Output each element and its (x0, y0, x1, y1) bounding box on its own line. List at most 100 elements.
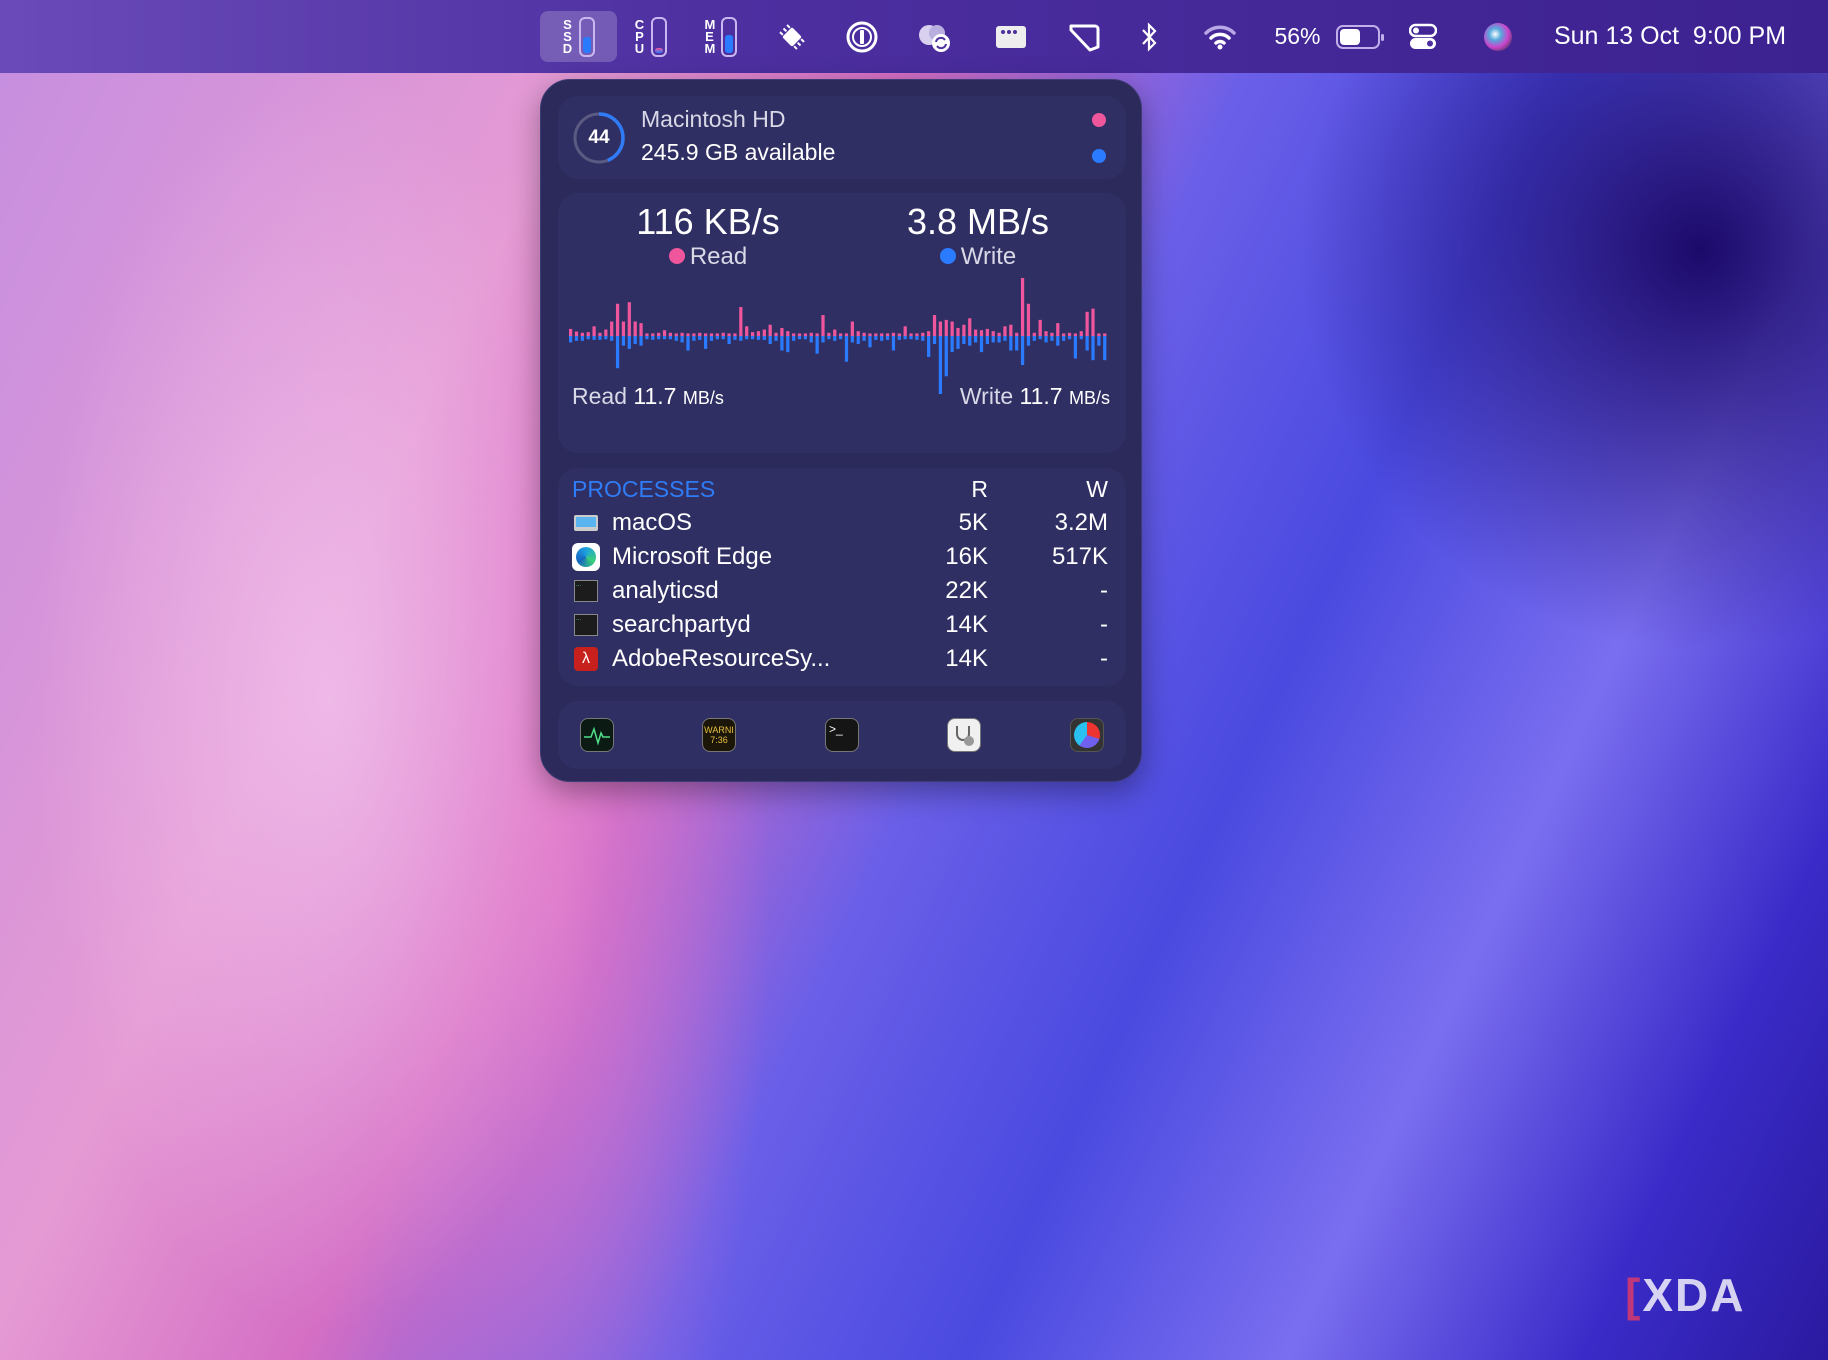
battery-icon[interactable] (1332, 0, 1384, 73)
write-bar (950, 336, 954, 353)
read-bar (950, 321, 954, 336)
write-bar (792, 336, 796, 341)
read-bar (756, 331, 761, 336)
cpu-label: CPU (634, 16, 645, 56)
istat-menus-icon[interactable] (1070, 718, 1104, 752)
write-bar (1056, 336, 1060, 346)
process-row[interactable]: ... analyticsd 22K - (572, 574, 1108, 608)
read-bar (909, 333, 913, 336)
write-bar (968, 336, 972, 346)
bluetooth-icon[interactable] (1135, 0, 1163, 73)
cloud-sync-icon[interactable] (912, 0, 956, 73)
read-bar (621, 321, 626, 336)
process-write: - (1100, 577, 1108, 604)
process-name: searchpartyd (612, 611, 751, 638)
process-row[interactable]: ... searchpartyd 14K - (572, 608, 1108, 642)
write-bar (927, 336, 931, 357)
write-bar (745, 336, 749, 340)
write-bar (610, 336, 614, 341)
battery-percent: 56% (1274, 23, 1321, 49)
disk-name: Macintosh HD (641, 106, 786, 132)
write-bar (592, 336, 596, 340)
process-row[interactable]: macOS 5K 3.2M (572, 506, 1108, 540)
control-center-icon[interactable] (1405, 0, 1441, 73)
read-bar (1003, 326, 1007, 336)
write-bar (868, 336, 872, 348)
write-bar (668, 336, 673, 340)
write-bar (768, 336, 772, 345)
menu-clock[interactable]: Sun 13 Oct 9:00 PM (1540, 0, 1800, 73)
read-bar (715, 333, 719, 336)
terminal-icon[interactable]: >_ (825, 718, 859, 752)
read-bar (1032, 332, 1036, 336)
ssd-menu-item[interactable]: SSD (540, 11, 617, 62)
write-bar (991, 336, 995, 343)
write-bar (932, 336, 937, 345)
write-bar (944, 336, 948, 377)
read-bar (915, 333, 919, 336)
write-bar (1050, 336, 1054, 341)
write-bar (1073, 336, 1078, 359)
write-bar (709, 336, 714, 341)
processes-card: PROCESSES R W macOS 5K 3.2M Microsoft Edge 1… (558, 468, 1126, 686)
process-read: 14K (945, 645, 988, 672)
processes-header: PROCESSES R W (572, 472, 1108, 506)
write-bar (956, 336, 960, 349)
xda-watermark-text: XDA (1642, 1269, 1746, 1321)
write-bar (1097, 336, 1101, 346)
read-bar (698, 332, 702, 336)
console-icon[interactable]: WARNI 7:36 (702, 718, 736, 752)
read-bar (1015, 332, 1019, 336)
read-bar (704, 333, 708, 336)
read-bar (1067, 332, 1072, 336)
cpu-chip-icon[interactable] (772, 0, 812, 73)
col-w: W (1086, 475, 1108, 502)
1password-icon[interactable] (842, 0, 882, 73)
cpu-menu-item[interactable]: CPU (628, 0, 673, 73)
write-bar (756, 336, 761, 340)
read-bar (815, 333, 819, 336)
write-bar (586, 336, 590, 340)
siri-icon[interactable] (1480, 0, 1516, 73)
window-dots-icon[interactable] (991, 0, 1031, 73)
read-bar (862, 332, 866, 336)
read-bar (844, 333, 849, 336)
write-bar (727, 336, 731, 345)
read-bar (1026, 303, 1031, 336)
write-bar (662, 336, 667, 340)
read-bar (938, 321, 943, 336)
read-bar (833, 329, 837, 336)
menu-bar: SSD CPU MEM 56% Sun 13 Oct 9:00 PM (0, 0, 1828, 73)
mem-menu-item[interactable]: MEM (698, 0, 743, 73)
wifi-icon[interactable] (1200, 0, 1240, 73)
disk-used-percent: 44 (588, 127, 610, 148)
write-bar (850, 336, 854, 343)
mem-label: MEM (704, 16, 716, 56)
read-bar (968, 318, 972, 336)
mem-gauge (720, 16, 737, 57)
write-bar (815, 336, 819, 354)
read-bar (974, 329, 978, 336)
read-bar (839, 333, 843, 336)
process-name: AdobeResourceSy... (612, 645, 831, 672)
read-bar (809, 332, 813, 336)
read-bar (639, 323, 643, 336)
write-bar (844, 336, 849, 362)
read-bar (803, 333, 808, 336)
write-bar (1044, 336, 1048, 343)
write-bar (891, 336, 896, 351)
write-bar (686, 336, 690, 351)
read-bar (604, 329, 608, 336)
read-bar (680, 332, 684, 336)
disk-available: 245.9 GB available (641, 139, 836, 165)
write-bar (604, 336, 608, 340)
write-bar (786, 336, 790, 353)
process-row[interactable]: Microsoft Edge 16K 517K (572, 540, 1108, 574)
disk-utility-icon[interactable] (947, 718, 981, 752)
write-bar (839, 336, 843, 340)
hand-mirror-icon[interactable] (1064, 0, 1104, 73)
write-bar (750, 336, 755, 340)
activity-monitor-icon[interactable] (580, 718, 614, 752)
process-row[interactable]: λ AdobeResourceSy... 14K - (572, 642, 1108, 676)
process-read: 22K (945, 577, 988, 604)
